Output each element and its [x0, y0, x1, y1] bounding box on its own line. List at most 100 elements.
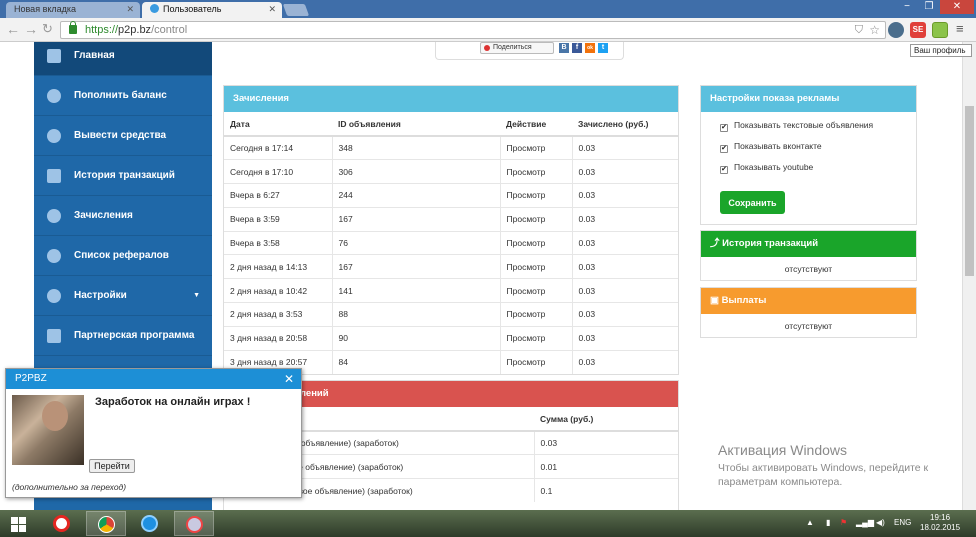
cell-amount: 0.03 [572, 135, 678, 160]
shield-icon[interactable]: ⛉ [855, 22, 863, 38]
go-button[interactable]: Перейти [89, 459, 135, 473]
sidebar-item-label: Список рефералов [74, 250, 169, 261]
sidebar-item-referrals[interactable]: Список рефералов [34, 236, 212, 276]
back-arrow-icon[interactable]: ← [6, 21, 20, 37]
page-scrollbar[interactable] [962, 42, 976, 510]
sidebar-item-label: Зачисления [74, 210, 133, 221]
tray-flag-icon[interactable]: ⚑ [840, 518, 847, 527]
popup-ad-image[interactable] [12, 395, 84, 465]
clock-time: 19:16 [930, 513, 951, 522]
cell-ad-id: 90 [332, 325, 501, 351]
tab-close-icon[interactable]: ✕ [268, 2, 276, 17]
watermark-title: Активация Windows [718, 442, 848, 458]
star-icon[interactable]: ☆ [869, 22, 880, 38]
network-icon[interactable]: ▂▄▆ [856, 518, 874, 527]
cell-action: Просмотр [500, 183, 573, 208]
odnoklassniki-icon[interactable]: ok [585, 43, 595, 53]
save-button[interactable]: Сохранить [720, 191, 785, 214]
share-button[interactable]: Поделиться [480, 42, 554, 54]
extension-icon[interactable] [888, 22, 904, 38]
start-button[interactable] [0, 511, 40, 536]
sidebar-item-deposit[interactable]: Пополнить баланс [34, 76, 212, 116]
vk-icon[interactable]: В [559, 43, 569, 53]
cell-amount: 0.01 [534, 454, 678, 479]
popup-headline[interactable]: Заработок на онлайн играх ! [95, 396, 250, 408]
tab-user[interactable]: Пользователь ✕ [142, 2, 282, 18]
tab-new-tab[interactable]: Новая вкладка ✕ [6, 2, 140, 18]
table-row: Сегодня в 17:14 348 Просмотр 0.03 [224, 135, 678, 160]
cell-ad-id: 76 [332, 230, 501, 255]
sidebar-item-history[interactable]: История транзакций [34, 156, 212, 196]
monitor-icon [47, 49, 61, 63]
sidebar-item-partner[interactable]: Партнерская программа [34, 316, 212, 356]
address-bar[interactable]: https://p2p.bz/control ⛉ ☆ [60, 21, 886, 39]
language-indicator[interactable]: ENG [894, 518, 911, 527]
volume-icon[interactable]: ◀) [876, 518, 885, 527]
cell-ad-id: 348 [332, 135, 501, 160]
sidebar-item-credits[interactable]: Зачисления [34, 196, 212, 236]
table-row: 2 дня назад в 3:53 88 Просмотр 0.03 [224, 302, 678, 327]
column-header-amount: Зачислено (руб.) [572, 112, 678, 137]
social-share-bar: Поделиться В f ok t [435, 42, 624, 60]
taskbar-ie[interactable] [130, 511, 170, 536]
tab-label: Пользователь [163, 4, 222, 14]
cell-amount: 0.03 [572, 183, 678, 208]
money-icon [47, 129, 61, 143]
cell-amount: 0.03 [572, 206, 678, 232]
cell-ad-id: 306 [332, 159, 501, 184]
column-header-date: Дата [224, 112, 332, 137]
checkbox-checked-icon[interactable]: ✔ [720, 145, 728, 153]
clock-date: 18.02.2015 [920, 523, 961, 532]
table-row: Вчера в 6:27 244 Просмотр 0.03 [224, 183, 678, 208]
panel-title: Настройки показа рекламы [701, 86, 916, 112]
cell-amount: 0.03 [572, 302, 678, 327]
sidebar-item-withdraw[interactable]: Вывести средства [34, 116, 212, 156]
profile-icon[interactable] [932, 22, 948, 38]
cell-ad-id: 141 [332, 278, 501, 303]
facebook-icon[interactable]: f [572, 43, 582, 53]
lock-icon [69, 21, 77, 34]
option-text-ads[interactable]: ✔ Показывать текстовые объявления [720, 120, 873, 132]
twitter-icon[interactable]: t [598, 43, 608, 53]
column-header-action: Действие [500, 112, 572, 137]
sidebar-item-label: Настройки [74, 290, 127, 301]
table-header-row: Дата ID объявления Действие Зачислено (р… [224, 112, 678, 137]
close-icon[interactable]: ✕ [284, 369, 294, 389]
cell-action: Просмотр [500, 135, 573, 160]
cell-date: Сегодня в 17:14 [224, 135, 333, 160]
se-icon[interactable]: SE [910, 22, 926, 38]
cogs-icon [47, 289, 61, 303]
taskbar-chrome[interactable] [86, 511, 126, 536]
cell-amount: 0.03 [572, 230, 678, 255]
option-vkontakte[interactable]: ✔ Показывать вконтакте [720, 141, 822, 153]
users-icon [47, 249, 61, 263]
battery-icon[interactable]: ▮ [826, 518, 830, 527]
sidebar-item-home[interactable]: Главная [34, 42, 212, 76]
sidebar-item-settings[interactable]: Настройки ▼ [34, 276, 212, 316]
internet-explorer-icon [141, 515, 158, 532]
taskbar-recorder[interactable] [174, 511, 214, 536]
clock[interactable]: 19:16 18.02.2015 [920, 513, 960, 533]
reload-icon[interactable]: ↻ [42, 21, 53, 37]
tab-close-icon[interactable]: ✕ [126, 2, 134, 17]
table-row: Вчера в 3:59 167 Просмотр 0.03 [224, 206, 678, 232]
checkbox-checked-icon[interactable]: ✔ [720, 124, 728, 132]
cell-ad-id: 244 [332, 183, 501, 208]
sidebar-item-label: Вывести средства [74, 130, 167, 141]
new-tab-button[interactable] [282, 4, 310, 16]
tray-arrow-icon[interactable]: ▲ [806, 518, 814, 527]
chrome-icon [98, 516, 115, 533]
minimize-button[interactable]: − [896, 0, 918, 14]
close-window-button[interactable]: ✕ [940, 0, 974, 14]
option-youtube[interactable]: ✔ Показывать youtube [720, 162, 813, 174]
cell-ad-id: 167 [332, 206, 501, 232]
forward-arrow-icon[interactable]: → [24, 21, 38, 37]
ad-popup: P2PBZ ✕ Заработок на онлайн играх ! Пере… [5, 368, 302, 498]
menu-icon[interactable]: ≡ [956, 21, 964, 37]
panel-header: ⤴ История транзакций [701, 231, 916, 257]
taskbar-yandex[interactable] [42, 511, 82, 536]
windows-activation-watermark: Активация Windows Чтобы активировать Win… [718, 442, 928, 489]
scrollbar-thumb[interactable] [965, 106, 974, 276]
restore-button[interactable]: ❐ [918, 0, 940, 14]
checkbox-checked-icon[interactable]: ✔ [720, 166, 728, 174]
